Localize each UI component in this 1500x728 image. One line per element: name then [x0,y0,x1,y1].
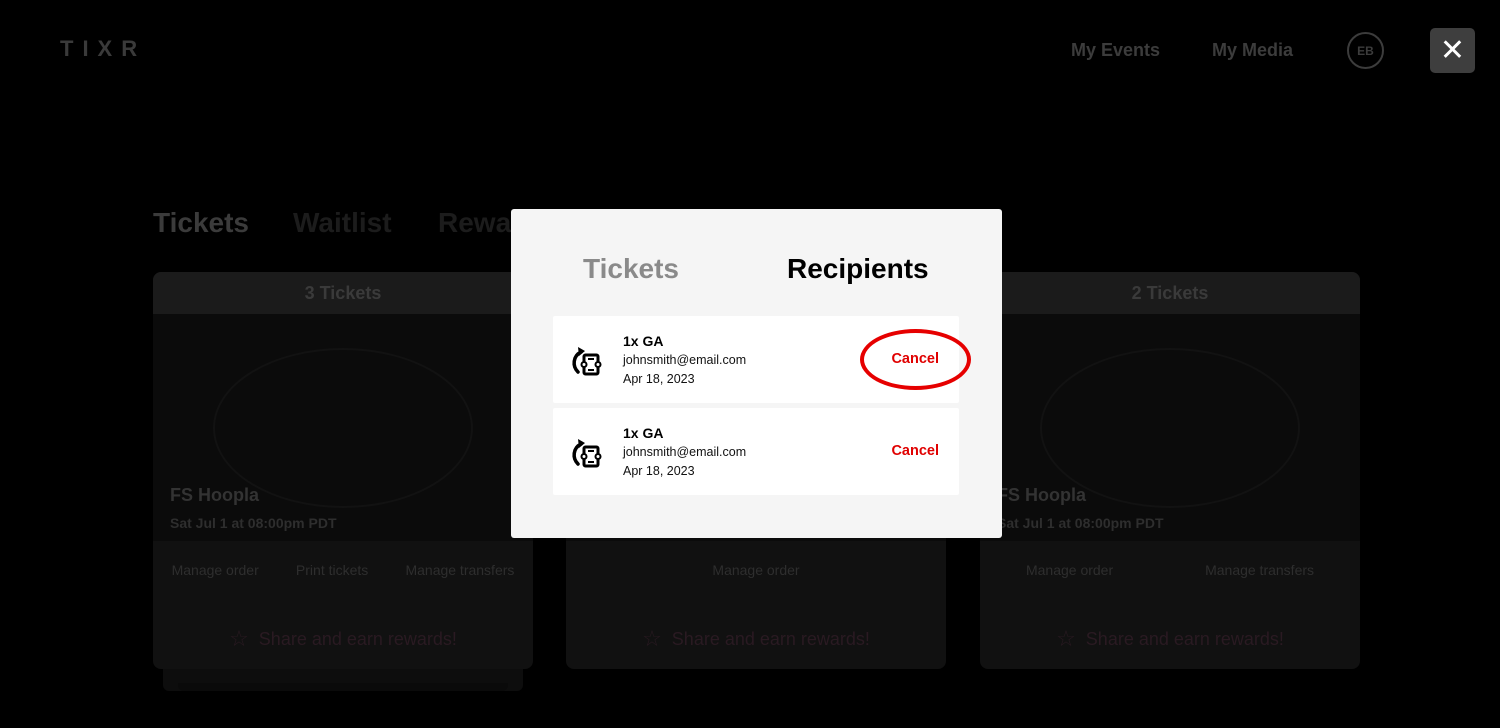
recipient-email: johnsmith@email.com [623,353,747,367]
card-actions: Manage order [566,562,946,578]
star-icon: ☆ [229,626,249,651]
card-actions: Manage order Print tickets Manage transf… [153,562,533,578]
modal-tab-tickets[interactable]: Tickets [583,253,679,285]
event-image [153,314,533,541]
star-icon: ☆ [642,626,662,651]
share-rewards-link[interactable]: ☆ Share and earn rewards! [566,626,946,652]
print-tickets-link[interactable]: Print tickets [296,562,368,578]
ticket-quantity: 1x GA [623,425,664,441]
recipient-email: johnsmith@email.com [623,445,747,459]
card-stack-shadow [178,683,508,691]
ticket-quantity: 1x GA [623,333,664,349]
page-tab-rewards[interactable]: Rewa [438,207,511,239]
event-title: FS Hoopla [170,485,259,505]
star-icon: ☆ [1056,626,1076,651]
share-label: Share and earn rewards! [258,628,457,649]
share-rewards-link[interactable]: ☆ Share and earn rewards! [153,626,533,652]
tixr-logo[interactable]: TIXR [60,36,146,62]
close-icon: ✕ [1439,33,1466,67]
ticket-transfer-icon [572,347,602,376]
event-title: FS Hoopla [997,485,1086,505]
transfer-date: Apr 18, 2023 [623,464,695,478]
highlight-annotation-ring [860,329,971,390]
event-card: 2 Tickets FS Hoopla Sat Jul 1 at 08:00pm… [980,272,1360,669]
close-button[interactable]: ✕ [1430,28,1475,73]
modal-tab-recipients[interactable]: Recipients [787,253,929,285]
event-image [980,314,1360,541]
manage-transfers-link[interactable]: Manage transfers [405,562,514,578]
manage-order-link[interactable]: Manage order [1026,562,1113,578]
user-avatar[interactable]: EB [1347,32,1384,69]
event-date: Sat Jul 1 at 08:00pm PDT [997,515,1164,531]
share-rewards-link[interactable]: ☆ Share and earn rewards! [980,626,1360,652]
page-tab-tickets[interactable]: Tickets [153,207,249,239]
ticket-count: 2 Tickets [980,272,1360,314]
manage-order-link[interactable]: Manage order [712,562,799,578]
manage-transfers-link[interactable]: Manage transfers [1205,562,1314,578]
transfer-date: Apr 18, 2023 [623,372,695,386]
nav-my-media[interactable]: My Media [1212,40,1293,61]
nav-my-events[interactable]: My Events [1071,40,1160,61]
card-actions: Manage order Manage transfers [980,562,1360,578]
ticket-count: 3 Tickets [153,272,533,314]
share-label: Share and earn rewards! [1085,628,1284,649]
cancel-transfer-button[interactable]: Cancel [891,443,939,459]
ticket-transfer-icon [572,439,602,468]
event-card: 3 Tickets FS Hoopla Sat Jul 1 at 08:00pm… [153,272,533,669]
share-label: Share and earn rewards! [671,628,870,649]
recipient-row: 1x GA johnsmith@email.com Apr 18, 2023 C… [553,408,959,495]
event-date: Sat Jul 1 at 08:00pm PDT [170,515,337,531]
page-tab-waitlist[interactable]: Waitlist [293,207,392,239]
manage-order-link[interactable]: Manage order [172,562,259,578]
